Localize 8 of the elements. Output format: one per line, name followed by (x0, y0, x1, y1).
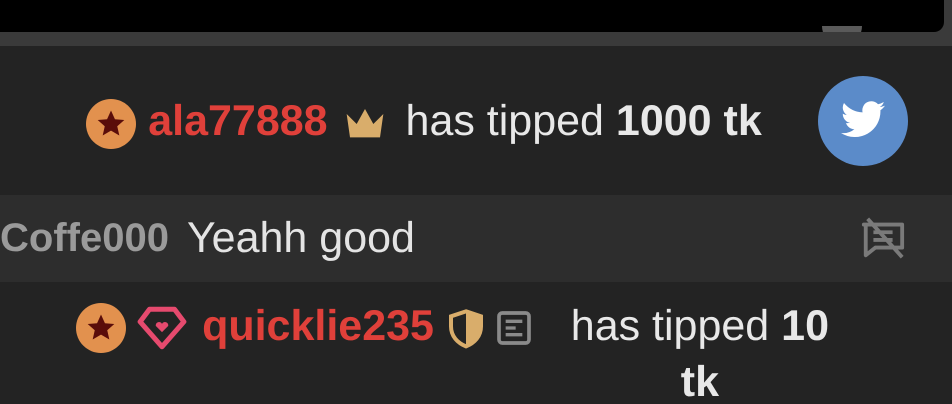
username[interactable]: quicklie235 (202, 302, 434, 350)
tip-message: has tipped 10 tk (570, 300, 830, 404)
username[interactable]: ala77888 (148, 96, 328, 145)
tip-message: has tipped 1000 tk (406, 96, 762, 147)
chat-message: Yeahh good (186, 214, 416, 263)
username[interactable]: Coffe000 (0, 216, 169, 261)
star-badge-icon (76, 303, 126, 354)
star-badge-icon (86, 98, 136, 148)
